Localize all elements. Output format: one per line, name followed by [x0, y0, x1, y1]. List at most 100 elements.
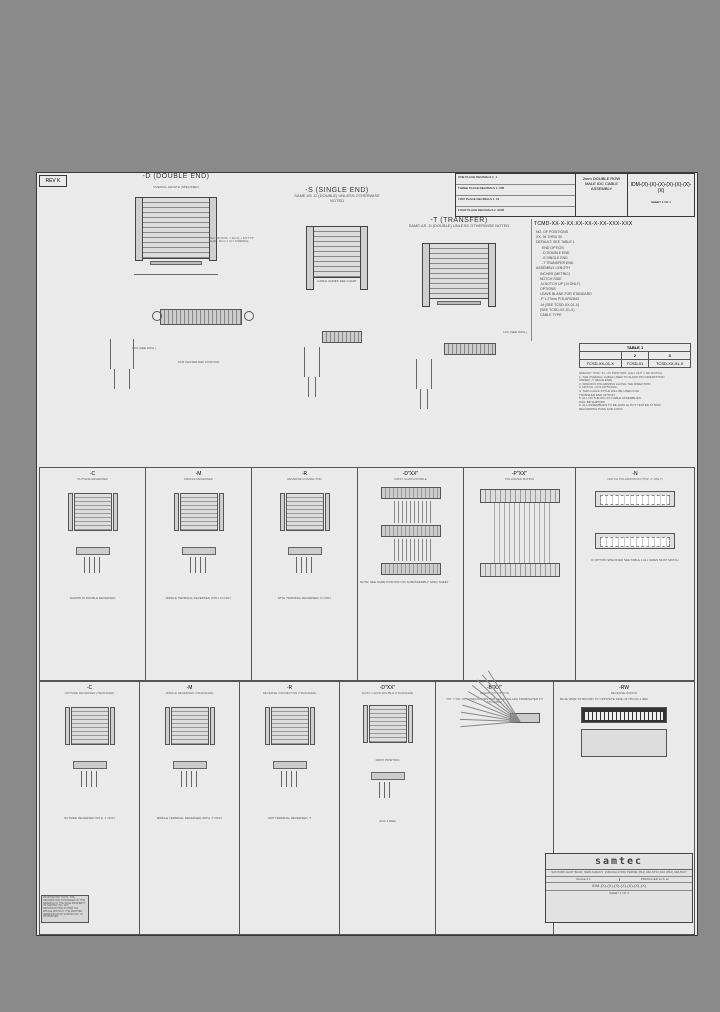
tol-r1l: ONE PLACE DECIMALS ± .1: [458, 175, 497, 183]
breakout-drawing: [450, 713, 540, 813]
legend-line: -P 1.27mm POLARIZING: [540, 297, 696, 301]
bot-r-foot: SMT TERMINAL REVERSED -T: [242, 817, 337, 820]
connector-t-drawing: [429, 243, 489, 305]
mid-grid: -C OUTSIDE REVERSED SHOWN IN DOUBLE REVE…: [39, 467, 695, 681]
section-t-note: LOC.(SEE DWG.): [503, 331, 527, 334]
bot-rw-note: BLUE WIRE TO BROWN TO OPPOSITE SIDE OF P…: [560, 698, 688, 701]
section-d-title: -D (DOUBLE END): [67, 173, 285, 180]
legend-line: ASSEMBLY LENGTH: [536, 266, 696, 270]
mid-cell-dxx: -D"XX" DAISY CHAIN-DOUBLE NOTE: SEE SAME…: [358, 468, 464, 680]
bot-m-label: MIDDLE REVERSED (TRANSFER): [142, 691, 237, 695]
pcb-footprint-t: [414, 335, 504, 395]
legend-line: -D DOUBLE END: [542, 251, 696, 255]
bot-dxx-footb: (LOC 1 REF): [342, 820, 433, 823]
mid-r-foot: WITH TERMINAL REVERSED -D ONLY: [254, 597, 355, 600]
bot-m-foot: MIDDLE TERMINAL REVERSED WITH -T ONLY: [142, 817, 237, 820]
table1-h1: 2: [621, 352, 649, 360]
table1-h0: [580, 352, 622, 360]
drawing-sheet: REV K ONE PLACE DECIMALS ± .1 THREE PLAC…: [36, 172, 698, 936]
drawing-number-box: IDM-(X)-(X)-(X)-(X)-(X)-(X)-(X) SHEET 1 …: [628, 174, 694, 216]
pcb-note: PCB CENTER REF POSITION: [178, 361, 219, 364]
sheet-no: SHEET 1 OF 1: [630, 200, 692, 204]
section-d-lenlabel: OVERALL LENGTH (SPECIFIED): [67, 186, 285, 189]
drawing-number: IDM-(X)-(X)-(X)-(X)-(X)-(X)-(X): [630, 182, 692, 194]
legend-line: XX: 04 THRU 30: [536, 235, 696, 239]
table1-r0c2: TCSD-XX-01-X: [649, 360, 691, 368]
bot-cell-dxx: -D"XX" DAISY CHAIN-DOUBLE (TRANSFER) FIR…: [340, 681, 436, 934]
mid-cell-c: -C OUTSIDE REVERSED SHOWN IN DOUBLE REVE…: [40, 468, 146, 680]
section-d: -D (DOUBLE END) OVERALL LENGTH (SPECIFIE…: [67, 173, 285, 463]
table1: TABLE 1 2 3 TCSD-XX-01-X TCSD-01 TCSD-XX…: [579, 343, 691, 368]
section-s-sub: SAME AS -D (DOUBLE) UNLESS OTHERWISE NOT…: [287, 194, 387, 204]
section-t-sub: SAME AS -D (DOUBLE) UNLESS OTHERWISE NOT…: [389, 224, 529, 229]
mid-c-foot: SHOWN IN DOUBLE REVERSED: [42, 597, 143, 600]
pcb-footprint-d: LOC.(SEE DWG.) PCB CENTER REF POSITION: [106, 301, 246, 381]
section-d-lbl: LOC.(SEE DWG.): [132, 347, 186, 350]
legend-line: CABLE TYPE: [540, 313, 696, 317]
notch-drawing: [595, 491, 675, 507]
table1-block: TABLE 1 2 3 TCSD-XX-01-X TCSD-01 TCSD-XX…: [579, 343, 693, 463]
polarized-drawing: [480, 489, 560, 577]
partno-legend: TCMD-XX-X-XX.XX-XX-X-XX-XXX-XXX NO. OF P…: [531, 219, 696, 341]
pcb-footprint-s: [302, 323, 372, 383]
legend-line: OPTIONS: [540, 287, 696, 291]
legend-line: NOTCH SIDE: [540, 277, 696, 281]
legend-line: INCHES (METRIC): [540, 272, 696, 276]
section-d-note1: (NO. OF POS. × 2mm) + 6.5 TYP (GAP - 5mm…: [209, 237, 281, 244]
samtec-title-block: samtec 520 PARK EAST BLVD, NEW ALBANY, I…: [545, 853, 693, 923]
partno-string: TCMD-XX-X-XX.XX-XX-X-XX-XXX-XXX: [534, 221, 696, 227]
samtec-addr: 520 PARK EAST BLVD, NEW ALBANY, INDIANA …: [546, 870, 692, 877]
proprietary-note: PROPRIETARY NOTE: THE INFORMATION CONTAI…: [41, 895, 89, 923]
rw-slot-drawing: [581, 729, 667, 757]
bot-cell-r: -R REVERSE CONNECTOR (TRANSFER) SMT TERM…: [240, 681, 340, 934]
samtec-by: PRODUCED 11-5-12: [620, 878, 691, 882]
mid-c-label: OUTSIDE REVERSED: [42, 477, 143, 481]
samtec-sheet: SHEET 1 OF 1: [546, 891, 692, 897]
bot-c-label: OUTSIDE REVERSED (TRANSFER): [42, 691, 137, 695]
section-s: -S (SINGLE END) SAME AS -D (DOUBLE) UNLE…: [287, 173, 387, 463]
mid-dxx-label: DAISY CHAIN-DOUBLE: [360, 477, 461, 481]
legend-line: NO. OF POSITIONS: [536, 230, 696, 234]
tol-r2l: TWO PLACE DECIMALS ± .01: [458, 197, 499, 205]
connector-s-drawing: [313, 226, 361, 278]
mid-m-foot: MIDDLE TERMINAL REVERSED WITH -D ONLY: [148, 597, 249, 600]
section-s-note: CABLE VARIES SEE CHART: [287, 280, 387, 283]
mid-m-label: MIDDLE REVERSED: [148, 477, 249, 481]
drawing-title: 2mm DOUBLE ROW MALE IDC CABLE ASSEMBLY: [576, 174, 628, 216]
bot-cell-m: -M MIDDLE REVERSED (TRANSFER) MIDDLE TER…: [140, 681, 240, 934]
table1-h2: 3: [649, 352, 691, 360]
mid-pxx-label: POLARIZED MATING: [466, 477, 573, 481]
samtec-scale: SCALE 2:1: [548, 878, 620, 882]
bot-r-label: REVERSE CONNECTOR (TRANSFER): [242, 691, 337, 695]
legend-line: (SEE TCSD-XX-S1-X): [540, 308, 696, 312]
mid-cell-r: -R REVERSE CONNECTOR WITH TERMINAL REVER…: [252, 468, 358, 680]
section-t: -T (TRANSFER) SAME AS -D (DOUBLE) UNLESS…: [389, 217, 529, 463]
note-line: RECORDING PASS AND CONS: [579, 408, 693, 412]
mid-cell-pxx: -P"XX" POLARIZED MATING: [464, 468, 576, 680]
tol-r2r: FOUR PLACE DECIMALS ± .0005: [458, 208, 504, 217]
table1-title: TABLE 1: [580, 344, 691, 352]
samtec-dwg: IDM-(X)-(X)-(X)-(X)-(X)-(X)-(X): [546, 883, 692, 891]
legend-line: DEFAULT: SEE TABLE 1: [536, 240, 696, 244]
legend-line: END OPTION: [542, 246, 696, 250]
legend-line: -N NOTCH UP (-N ONLY): [540, 282, 696, 286]
bot-dxx-foota: FIRST POSITION: [342, 759, 433, 762]
mid-cell-n: -N NOTCH POLARIZATION (TOP –T ONLY) IF O…: [576, 468, 694, 680]
legend-line: -T TRANSFER END: [542, 261, 696, 265]
legend-line: -S SINGLE END: [542, 256, 696, 260]
bot-cell-bxx: -B"XX" BREAKOUT OPTION "XX" = NO. OF CON…: [436, 681, 554, 934]
connector-d-drawing: [142, 197, 210, 265]
bot-c-foot: OUTSIDE REVERSED WITH -T ONLY: [42, 817, 137, 820]
tolerance-table: ONE PLACE DECIMALS ± .1 THREE PLACE DECI…: [456, 174, 576, 216]
rw-conn-drawing: [581, 707, 667, 723]
bot-rw-label: REVERSE WIRING: [556, 691, 692, 695]
samtec-logo: samtec: [546, 854, 692, 870]
mid-r-label: REVERSE CONNECTOR: [254, 477, 355, 481]
table1-r0c0: TCSD-XX-01-X: [580, 360, 622, 368]
legend-line: -M (SEE TCSD-XX-01-X): [540, 303, 696, 307]
mid-cell-m: -M MIDDLE REVERSED MIDDLE TERMINAL REVER…: [146, 468, 252, 680]
mid-n-label: NOTCH POLARIZATION (TOP –T ONLY): [578, 477, 692, 481]
bot-dxx-label: DAISY CHAIN-DOUBLE (TRANSFER): [342, 691, 433, 695]
table1-r0c1: TCSD-01: [621, 360, 649, 368]
legend-line: LEAVE BLANK FOR STANDARD: [540, 292, 696, 296]
